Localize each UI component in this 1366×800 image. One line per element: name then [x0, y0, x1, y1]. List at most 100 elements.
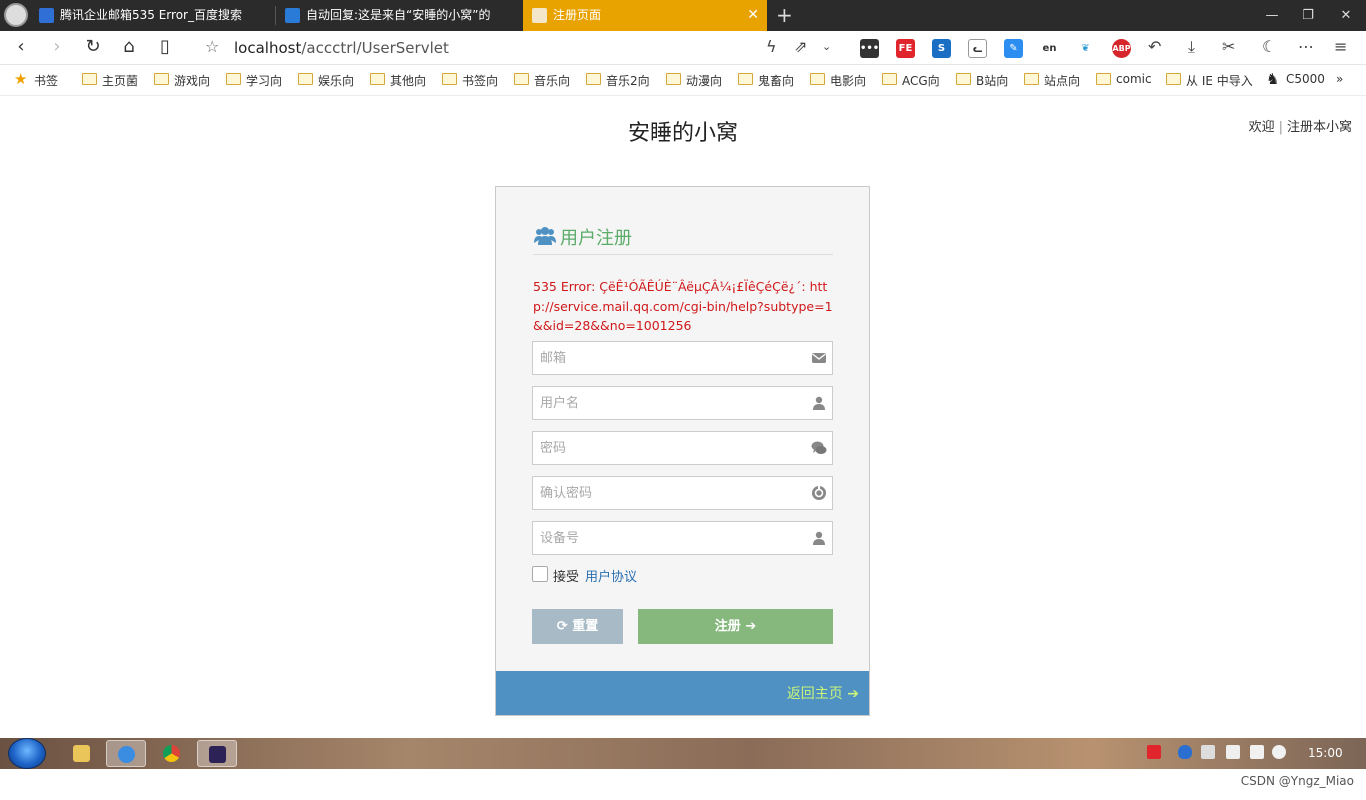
- chevron-down-icon[interactable]: ⌄: [822, 40, 831, 53]
- ti-logo-icon: ♞: [1266, 70, 1280, 88]
- register-button[interactable]: 注册 ➔: [638, 609, 833, 644]
- taskbar-explorer[interactable]: [62, 740, 102, 767]
- bookmark-folder[interactable]: 主页菌: [82, 72, 138, 89]
- username-field[interactable]: [532, 386, 833, 420]
- user-agreement-link[interactable]: 用户协议: [585, 566, 637, 585]
- share-icon[interactable]: ⇗: [794, 37, 807, 56]
- device-id-input[interactable]: [533, 522, 803, 554]
- bookmark-label: 从 IE 中导入: [1186, 74, 1253, 88]
- bookmarks-bar: ★ 书签 主页菌 游戏向 学习向 娱乐向 其他向 书签向 音乐向 音乐2向 动漫向…: [0, 65, 1366, 96]
- extension-s-icon[interactable]: S: [932, 39, 951, 58]
- hamburger-menu-icon[interactable]: ≡: [1334, 37, 1347, 56]
- password-field[interactable]: [532, 431, 833, 465]
- bookmark-folder[interactable]: 其他向: [370, 72, 426, 89]
- bookmark-folder[interactable]: 游戏向: [154, 72, 210, 89]
- folder-icon: [82, 73, 97, 85]
- email-input[interactable]: [533, 342, 803, 374]
- confirm-password-field[interactable]: [532, 476, 833, 510]
- volume-icon[interactable]: [1272, 745, 1286, 759]
- restore-icon[interactable]: ❐: [1288, 0, 1328, 31]
- extension-cat-icon[interactable]: ᓚ: [968, 39, 987, 58]
- email-field[interactable]: [532, 341, 833, 375]
- folder-icon: [882, 73, 897, 85]
- folder-icon: [370, 73, 385, 85]
- clipboard-icon[interactable]: [1226, 745, 1240, 759]
- taskbar-chrome[interactable]: [152, 740, 192, 767]
- bookmark-folder[interactable]: 音乐2向: [586, 72, 650, 89]
- browser-logo-icon[interactable]: [4, 3, 28, 27]
- bookmark-folder[interactable]: 书签向: [442, 72, 498, 89]
- taskbar-eclipse[interactable]: [197, 740, 237, 767]
- sogou-ime-icon[interactable]: [1147, 745, 1161, 759]
- tab-auto-reply[interactable]: 自动回复:这是来自“安睡的小窝”的: [276, 0, 522, 31]
- bookmark-star-item[interactable]: ★ 书签: [14, 70, 58, 89]
- bookmark-folder[interactable]: comic: [1096, 72, 1152, 86]
- bookmark-folder[interactable]: 鬼畜向: [738, 72, 794, 89]
- extension-feather-icon[interactable]: ❦: [1076, 39, 1095, 58]
- network-error-icon[interactable]: [1201, 745, 1215, 759]
- tab-register-page[interactable]: 注册页面 ✕: [523, 0, 767, 31]
- bookmark-folder[interactable]: 电影向: [810, 72, 866, 89]
- users-icon: [534, 227, 556, 245]
- reload-icon[interactable]: ↻: [82, 36, 104, 58]
- bookmarks-overflow-icon[interactable]: »: [1336, 72, 1343, 86]
- adblock-icon[interactable]: ABP: [1112, 39, 1131, 58]
- lightning-icon[interactable]: ϟ: [766, 37, 777, 56]
- tab-baidu-search[interactable]: 腾讯企业邮箱535 Error_百度搜索: [30, 0, 275, 31]
- bookmark-folder[interactable]: 音乐向: [514, 72, 570, 89]
- agreement-checkbox[interactable]: [532, 566, 548, 582]
- bookmark-label: 娱乐向: [318, 74, 355, 88]
- download-icon[interactable]: ⤓: [1188, 37, 1195, 57]
- extension-fe-icon[interactable]: FE: [896, 39, 915, 58]
- device-id-field[interactable]: [532, 521, 833, 555]
- start-button[interactable]: [8, 738, 46, 769]
- back-icon[interactable]: ‹: [10, 36, 32, 58]
- undo-icon[interactable]: ↶: [1148, 37, 1161, 56]
- bookmark-folder[interactable]: 站点向: [1024, 72, 1080, 89]
- page-bottom-strip: [0, 769, 1366, 800]
- home-icon[interactable]: ⌂: [118, 36, 140, 58]
- more-menu-icon[interactable]: ⋯: [1298, 37, 1314, 56]
- reading-view-icon[interactable]: ▯: [154, 36, 176, 58]
- user-icon: [813, 531, 825, 545]
- username-input[interactable]: [533, 387, 803, 419]
- signal-bars-icon[interactable]: [1250, 745, 1264, 759]
- favorite-star-icon[interactable]: ☆: [205, 37, 219, 56]
- close-tab-icon[interactable]: ✕: [747, 0, 759, 31]
- address-bar[interactable]: localhost/accctrl/UserServlet: [234, 39, 449, 57]
- error-message: 535 Error: ÇëÊ¹ÓÃÊÚÈ¨ÂëµÇÂ¼¡£ÏêÇéÇë¿´: h…: [533, 279, 833, 333]
- extension-translate-icon[interactable]: en: [1040, 39, 1059, 58]
- folder-icon: [1096, 73, 1111, 85]
- bookmark-folder[interactable]: 从 IE 中导入: [1166, 72, 1253, 89]
- close-window-icon[interactable]: ✕: [1326, 0, 1366, 31]
- taskbar-browser[interactable]: [106, 740, 146, 767]
- bookmark-label: 动漫向: [686, 74, 723, 88]
- folder-icon: [586, 73, 601, 85]
- tab-title: 自动回复:这是来自“安睡的小窝”的: [306, 8, 491, 22]
- extension-pen-icon[interactable]: ✎: [1004, 39, 1023, 58]
- taskbar-clock[interactable]: 15:00: [1308, 746, 1343, 760]
- url-host: localhost: [234, 39, 302, 57]
- bookmark-label: 游戏向: [174, 74, 211, 88]
- register-link[interactable]: 注册本小窝: [1287, 120, 1352, 135]
- back-home-link[interactable]: 返回主页 ➔: [787, 683, 859, 703]
- extension-dots-icon[interactable]: •••: [860, 39, 879, 58]
- password-input[interactable]: [533, 432, 803, 464]
- agreement-label: 接受: [553, 570, 580, 585]
- os-taskbar: 15:00: [0, 738, 1366, 769]
- bookmark-item[interactable]: ♞ C5000: [1266, 70, 1325, 88]
- forward-icon[interactable]: ›: [46, 36, 68, 58]
- new-tab-icon[interactable]: +: [776, 0, 793, 30]
- bookmark-folder[interactable]: 娱乐向: [298, 72, 354, 89]
- bookmark-folder[interactable]: ACG向: [882, 72, 940, 89]
- bookmark-folder[interactable]: B站向: [956, 72, 1008, 89]
- bookmark-label: ACG向: [902, 74, 940, 88]
- reset-button[interactable]: ⟳ 重置: [532, 609, 623, 644]
- bookmark-folder[interactable]: 学习向: [226, 72, 282, 89]
- minimize-icon[interactable]: —: [1252, 0, 1292, 31]
- confirm-password-input[interactable]: [533, 477, 803, 509]
- screenshot-scissors-icon[interactable]: ✂: [1222, 37, 1235, 56]
- bookmark-folder[interactable]: 动漫向: [666, 72, 722, 89]
- security-shield-icon[interactable]: [1178, 745, 1192, 759]
- night-mode-icon[interactable]: ☾: [1262, 37, 1276, 56]
